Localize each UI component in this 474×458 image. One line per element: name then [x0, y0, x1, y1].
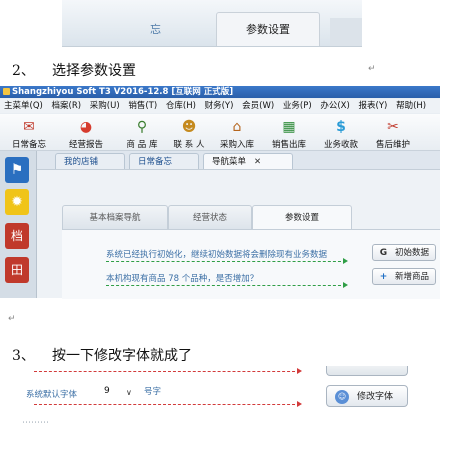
- font-icon: ☺: [335, 390, 349, 404]
- mail-icon: ✉: [23, 119, 35, 135]
- menu-sales[interactable]: 销售(T): [128, 101, 157, 111]
- close-icon[interactable]: ✕: [254, 157, 261, 167]
- step-3-number: 3、: [12, 348, 35, 364]
- paragraph-mark: ↵: [368, 64, 376, 74]
- green-arrow: [106, 258, 348, 264]
- toolbar: ✉ 日常备忘 ◕ 经营报告 ⚲ 商 品 库 ☻ 联 系 人 ⌂ 采购入库 ▦ 销…: [0, 114, 440, 151]
- default-font-label: 系统默认字体: [26, 390, 78, 400]
- tab-business-status[interactable]: 经营状态: [168, 205, 252, 229]
- sidebar-grid-button[interactable]: 田: [5, 257, 29, 283]
- cropped-button[interactable]: [326, 366, 408, 376]
- toolbar-service-button[interactable]: ✂ 售后维护: [368, 114, 418, 150]
- tab-basic-archive[interactable]: 基本档案导航: [62, 205, 168, 229]
- font-size-unit: 号字: [144, 387, 162, 397]
- person-icon: ☻: [181, 119, 197, 135]
- left-sidebar: ⚑ ✹ 档 田: [0, 151, 37, 298]
- tab-partial[interactable]: 忘: [62, 14, 182, 46]
- modify-font-button[interactable]: ☺ 修改字体: [326, 385, 408, 407]
- menu-finance[interactable]: 财务(Y): [205, 101, 234, 111]
- tab-parameter-settings[interactable]: 参数设置: [216, 12, 320, 46]
- pie-chart-icon: ◕: [79, 119, 93, 135]
- menu-bar: 主菜单(Q) 档案(R) 采购(U) 销售(T) 仓库(H) 财务(Y) 会员(…: [0, 99, 440, 113]
- toolbar-stock-out-button[interactable]: ▦ 销售出库: [264, 114, 314, 150]
- init-info-text: 系统已经执行初始化，继续初始数据将会删除现有业务数据: [106, 250, 328, 260]
- step-2-number: 2、: [12, 63, 35, 79]
- menu-member[interactable]: 会员(W): [242, 101, 274, 111]
- tools-icon: ✂: [387, 119, 399, 135]
- add-product-button[interactable]: + 新增商品: [372, 268, 436, 285]
- lightbulb-icon[interactable]: ✹: [5, 189, 29, 215]
- green-arrow: [106, 282, 348, 288]
- tab-my-store[interactable]: 我的店铺: [55, 153, 125, 169]
- house-icon: ⌂: [232, 119, 242, 135]
- menu-report[interactable]: 报表(Y): [359, 101, 388, 111]
- app-logo-icon: [3, 88, 10, 95]
- app-title-bar: Shangzhiyou Soft T3 V2016-12.8 [互联网 正式版]: [0, 86, 440, 98]
- toolbar-product-button[interactable]: ⚲ 商 品 库: [118, 114, 166, 150]
- font-size-value: 9: [104, 386, 110, 396]
- toolbar-contacts-button[interactable]: ☻ 联 系 人: [168, 114, 210, 150]
- step-2-text: 选择参数设置: [52, 63, 136, 79]
- tab-nav-menu[interactable]: 导航菜单 ✕: [203, 153, 293, 169]
- app-title: Shangzhiyou Soft T3 V2016-12.8 [互联网 正式版]: [12, 87, 234, 97]
- plus-icon: +: [379, 272, 388, 282]
- sidebar-archive-button[interactable]: 档: [5, 223, 29, 249]
- tab-param-settings[interactable]: 参数设置: [252, 205, 352, 229]
- paragraph-mark: ↵: [8, 314, 16, 324]
- tab-edge: [330, 18, 362, 46]
- settings-panel: 系统已经执行初始化，继续初始数据将会删除现有业务数据 G 初始数据 本机构现有商品…: [62, 229, 440, 299]
- product-info-text: 本机构现有商品 78 个品种，是否增加？: [106, 274, 259, 284]
- menu-business[interactable]: 业务(P): [283, 101, 312, 111]
- menu-archive[interactable]: 档案(R): [52, 101, 82, 111]
- sub-tab-bar: 基本档案导航 经营状态 参数设置: [62, 205, 440, 229]
- menu-purchase[interactable]: 采购(U): [90, 101, 120, 111]
- step-3-text: 按一下修改字体就成了: [52, 348, 192, 364]
- font-size-select[interactable]: 9: [104, 386, 110, 396]
- toolbar-receipt-button[interactable]: $ 业务收款: [316, 114, 366, 150]
- toolbar-report-button[interactable]: ◕ 经营报告: [60, 114, 112, 150]
- cropped-text-fragment: ⋯⋯⋯: [22, 418, 49, 428]
- menu-help[interactable]: 帮助(H): [396, 101, 426, 111]
- tab-nav-menu-label: 导航菜单: [212, 157, 247, 167]
- menu-warehouse[interactable]: 仓库(H): [166, 101, 196, 111]
- menu-main[interactable]: 主菜单(Q): [4, 101, 43, 111]
- refresh-icon: G: [379, 248, 388, 258]
- tab-daily-memo[interactable]: 日常备忘: [129, 153, 199, 169]
- calculator-icon: ▦: [282, 119, 296, 135]
- magnifier-icon: ⚲: [136, 119, 148, 135]
- nav-tab-bar: 我的店铺 日常备忘 导航菜单 ✕: [37, 151, 440, 170]
- chevron-down-icon[interactable]: ∨: [126, 388, 132, 397]
- flag-icon[interactable]: ⚑: [5, 157, 29, 183]
- menu-office[interactable]: 办公(X): [320, 101, 349, 111]
- dollar-icon: $: [336, 119, 346, 135]
- init-data-button[interactable]: G 初始数据: [372, 244, 436, 261]
- toolbar-stock-in-button[interactable]: ⌂ 采购入库: [212, 114, 262, 150]
- toolbar-memo-button[interactable]: ✉ 日常备忘: [4, 114, 54, 150]
